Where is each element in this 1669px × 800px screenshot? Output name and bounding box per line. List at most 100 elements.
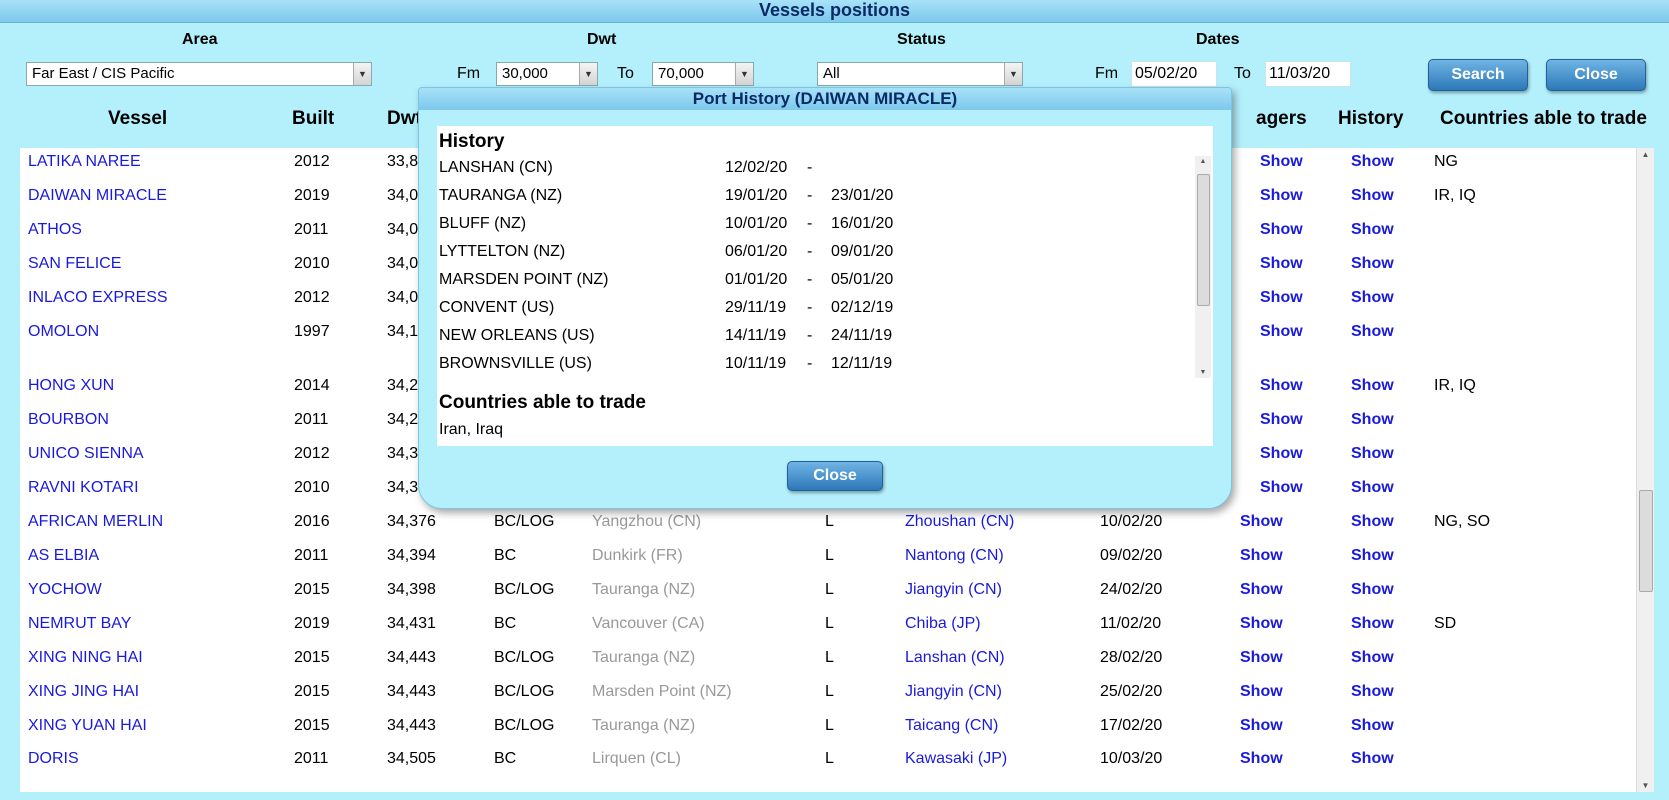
history-show-link[interactable]: Show [1351,513,1394,531]
vessel-link[interactable]: ATHOS [28,221,82,239]
port-name: BLUFF (NZ) [439,215,527,232]
scroll-down-icon[interactable]: ▼ [1195,369,1211,376]
dialog-close-button[interactable]: Close [787,461,883,491]
scrollbar-thumb[interactable] [1639,490,1653,592]
col-header-vessel[interactable]: Vessel [108,108,167,130]
area-select[interactable]: Far East / CIS Pacific ▼ [26,62,372,86]
area-label: Area [182,31,218,48]
next-port-link[interactable]: Zhoushan (CN) [905,513,1014,531]
close-button[interactable]: Close [1546,59,1646,91]
status-label: Status [897,31,946,48]
vessel-link[interactable]: BOURBON [28,411,109,429]
voyages-show-link[interactable]: Show [1260,289,1303,307]
date-cell: 10/03/20 [1100,750,1163,767]
scrollbar-thumb[interactable] [1197,174,1210,306]
history-show-link[interactable]: Show [1351,323,1394,341]
voyages-show-link[interactable]: Show [1260,445,1303,463]
voyages-show-link[interactable]: Show [1260,323,1303,341]
scroll-up-icon[interactable]: ▲ [1195,158,1211,165]
next-port-link[interactable]: Taicang (CN) [905,717,998,735]
voyages-show-link[interactable]: Show [1260,479,1303,497]
voyages-show-link[interactable]: Show [1260,187,1303,205]
search-button[interactable]: Search [1428,59,1528,91]
vessel-link[interactable]: NEMRUT BAY [28,615,131,633]
voyages-show-link[interactable]: Show [1260,221,1303,239]
chevron-down-icon[interactable]: ▼ [1004,63,1022,85]
vessel-link[interactable]: LATIKA NAREE [28,153,141,171]
vessel-link[interactable]: SAN FELICE [28,255,121,273]
vessel-link[interactable]: YOCHOW [28,581,102,599]
date-separator: - [807,299,813,316]
list-item: LYTTELTON (NZ) 06/01/20 - 09/01/20 [439,240,1179,268]
col-header-history[interactable]: History [1338,108,1403,130]
dwt-cell: 34,2 [387,411,419,428]
voyages-show-link[interactable]: Show [1260,153,1303,171]
dwt-from-value: 30,000 [502,65,548,82]
voyages-show-link[interactable]: Show [1240,547,1283,565]
vessel-link[interactable]: OMOLON [28,323,99,341]
vessel-link[interactable]: XING NING HAI [28,649,143,667]
history-show-link[interactable]: Show [1351,153,1394,171]
voyages-show-link[interactable]: Show [1240,615,1283,633]
dwt-to-select[interactable]: 70,000 ▼ [652,62,754,86]
history-show-link[interactable]: Show [1351,445,1394,463]
vessel-link[interactable]: XING YUAN HAI [28,717,147,735]
next-port-link[interactable]: Nantong (CN) [905,547,1004,565]
vessel-link[interactable]: DORIS [28,750,79,768]
voyages-show-link[interactable]: Show [1240,717,1283,735]
col-header-voyagers[interactable]: agers [1256,108,1307,130]
history-show-link[interactable]: Show [1351,289,1394,307]
history-show-link[interactable]: Show [1351,649,1394,667]
history-show-link[interactable]: Show [1351,479,1394,497]
history-show-link[interactable]: Show [1351,221,1394,239]
voyages-show-link[interactable]: Show [1240,581,1283,599]
history-show-link[interactable]: Show [1351,683,1394,701]
vessel-link[interactable]: HONG XUN [28,377,114,395]
dialog-content: History LANSHAN (CN) 12/02/20 - TAURANGA… [437,126,1213,446]
col-header-built[interactable]: Built [292,108,334,130]
chevron-down-icon[interactable]: ▼ [353,63,371,85]
vessel-link[interactable]: INLACO EXPRESS [28,289,168,307]
history-show-link[interactable]: Show [1351,411,1394,429]
voyages-show-link[interactable]: Show [1240,513,1283,531]
chevron-down-icon[interactable]: ▼ [579,63,597,85]
voyages-show-link[interactable]: Show [1240,750,1283,768]
voyages-show-link[interactable]: Show [1260,411,1303,429]
vessel-link[interactable]: AFRICAN MERLIN [28,513,163,531]
next-port-link[interactable]: Jiangyin (CN) [905,683,1002,701]
next-port-link[interactable]: Chiba (JP) [905,615,981,633]
voyages-show-link[interactable]: Show [1240,649,1283,667]
next-port-link[interactable]: Jiangyin (CN) [905,581,1002,599]
history-show-link[interactable]: Show [1351,717,1394,735]
history-show-link[interactable]: Show [1351,581,1394,599]
history-show-link[interactable]: Show [1351,750,1394,768]
history-show-link[interactable]: Show [1351,615,1394,633]
voyages-show-link[interactable]: Show [1260,377,1303,395]
vessel-link[interactable]: UNICO SIENNA [28,445,144,463]
next-port-link[interactable]: Kawasaki (JP) [905,750,1007,768]
vessel-link[interactable]: DAIWAN MIRACLE [28,187,167,205]
prev-port-cell: Yangzhou (CN) [592,513,702,530]
scroll-down-icon[interactable]: ▼ [1637,781,1654,790]
voyages-show-link[interactable]: Show [1260,255,1303,273]
vessel-link[interactable]: AS ELBIA [28,547,99,565]
status-select[interactable]: All ▼ [817,62,1023,86]
history-scrollbar[interactable]: ▲ ▼ [1195,156,1211,378]
scroll-up-icon[interactable]: ▲ [1637,150,1654,159]
chevron-down-icon[interactable]: ▼ [735,63,753,85]
history-show-link[interactable]: Show [1351,187,1394,205]
prev-port-cell: Dunkirk (FR) [592,547,683,564]
dwt-from-select[interactable]: 30,000 ▼ [496,62,598,86]
table-scrollbar[interactable]: ▲ ▼ [1636,148,1654,792]
vessel-link[interactable]: XING JING HAI [28,683,139,701]
voyages-show-link[interactable]: Show [1240,683,1283,701]
date-from-input[interactable]: 05/02/20 [1131,61,1217,87]
vessel-link[interactable]: RAVNI KOTARI [28,479,139,497]
next-port-link[interactable]: Lanshan (CN) [905,649,1005,667]
history-show-link[interactable]: Show [1351,377,1394,395]
col-header-dwt[interactable]: Dwt [387,108,422,130]
col-header-countries[interactable]: Countries able to trade [1440,108,1647,130]
history-show-link[interactable]: Show [1351,547,1394,565]
history-show-link[interactable]: Show [1351,255,1394,273]
date-to-input[interactable]: 11/03/20 [1265,61,1351,87]
